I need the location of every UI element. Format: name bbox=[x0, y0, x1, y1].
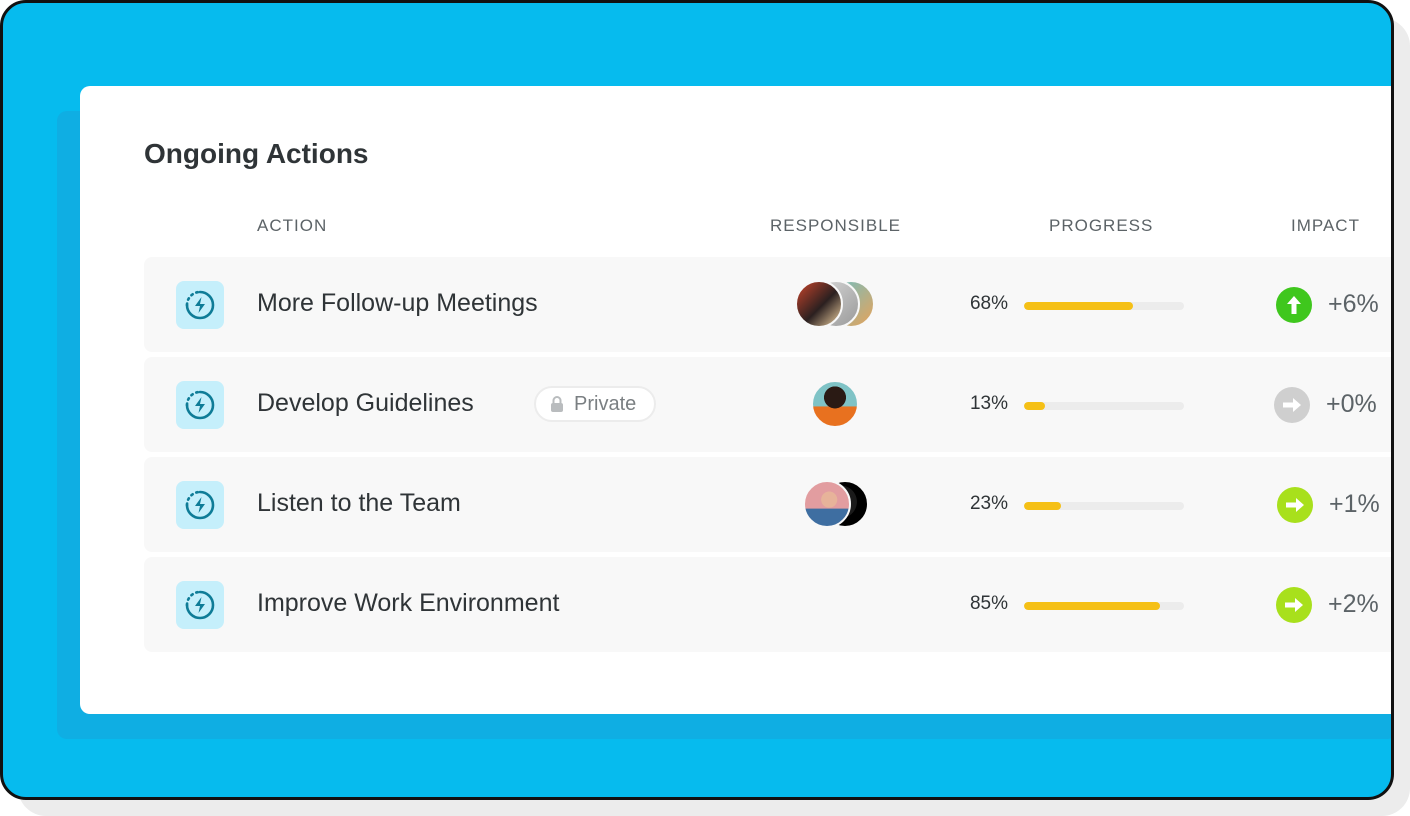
progress-bar-fill bbox=[1024, 402, 1045, 410]
progress-bar-fill bbox=[1024, 502, 1061, 510]
progress-bar-fill bbox=[1024, 602, 1160, 610]
action-label: More Follow-up Meetings bbox=[257, 289, 538, 317]
column-header-responsible: RESPONSIBLE bbox=[770, 216, 901, 235]
private-label: Private bbox=[574, 392, 637, 415]
progress-percent: 68% bbox=[969, 293, 1008, 314]
impact-value: +1% bbox=[1329, 490, 1380, 518]
progress-bar bbox=[1024, 402, 1184, 410]
progress-bar bbox=[1024, 302, 1184, 310]
impact-value: +0% bbox=[1326, 390, 1377, 418]
table-row[interactable]: Listen to the Team 23% +1% bbox=[144, 457, 1391, 552]
bolt-icon bbox=[176, 581, 224, 629]
arrow-right-icon bbox=[1277, 487, 1313, 523]
bolt-icon bbox=[176, 481, 224, 529]
app-frame: Ongoing Actions ACTION RESPONSIBLE PROGR… bbox=[0, 0, 1394, 800]
arrow-right-icon bbox=[1274, 387, 1310, 423]
progress-bar bbox=[1024, 502, 1184, 510]
avatar[interactable] bbox=[795, 280, 843, 328]
table-row[interactable]: Develop Guidelines Private 13% +0% bbox=[144, 357, 1391, 452]
column-header-action: ACTION bbox=[257, 216, 328, 235]
progress-percent: 23% bbox=[969, 493, 1008, 514]
lock-icon bbox=[551, 396, 563, 412]
column-header-progress: PROGRESS bbox=[1049, 216, 1154, 235]
arrow-up-icon bbox=[1276, 287, 1312, 323]
action-label: Develop Guidelines bbox=[257, 389, 474, 417]
column-header-impact: IMPACT bbox=[1291, 216, 1360, 235]
impact-value: +2% bbox=[1328, 590, 1379, 618]
progress-percent: 85% bbox=[969, 593, 1008, 614]
page-title: Ongoing Actions bbox=[144, 138, 369, 169]
table-row[interactable]: Improve Work Environment 85% +2% bbox=[144, 557, 1391, 652]
avatar[interactable] bbox=[811, 380, 859, 428]
action-label: Improve Work Environment bbox=[257, 589, 560, 617]
progress-bar-fill bbox=[1024, 302, 1133, 310]
bolt-icon bbox=[176, 381, 224, 429]
bolt-icon bbox=[176, 281, 224, 329]
arrow-right-icon bbox=[1276, 587, 1312, 623]
progress-bar bbox=[1024, 602, 1184, 610]
table-row[interactable]: More Follow-up Meetings 68% +6% bbox=[144, 257, 1391, 352]
progress-percent: 13% bbox=[969, 393, 1008, 414]
impact-value: +6% bbox=[1328, 290, 1379, 318]
private-badge: Private bbox=[534, 386, 657, 422]
avatar[interactable] bbox=[803, 480, 851, 528]
ongoing-actions-card: Ongoing Actions ACTION RESPONSIBLE PROGR… bbox=[80, 86, 1391, 714]
action-label: Listen to the Team bbox=[257, 489, 461, 517]
